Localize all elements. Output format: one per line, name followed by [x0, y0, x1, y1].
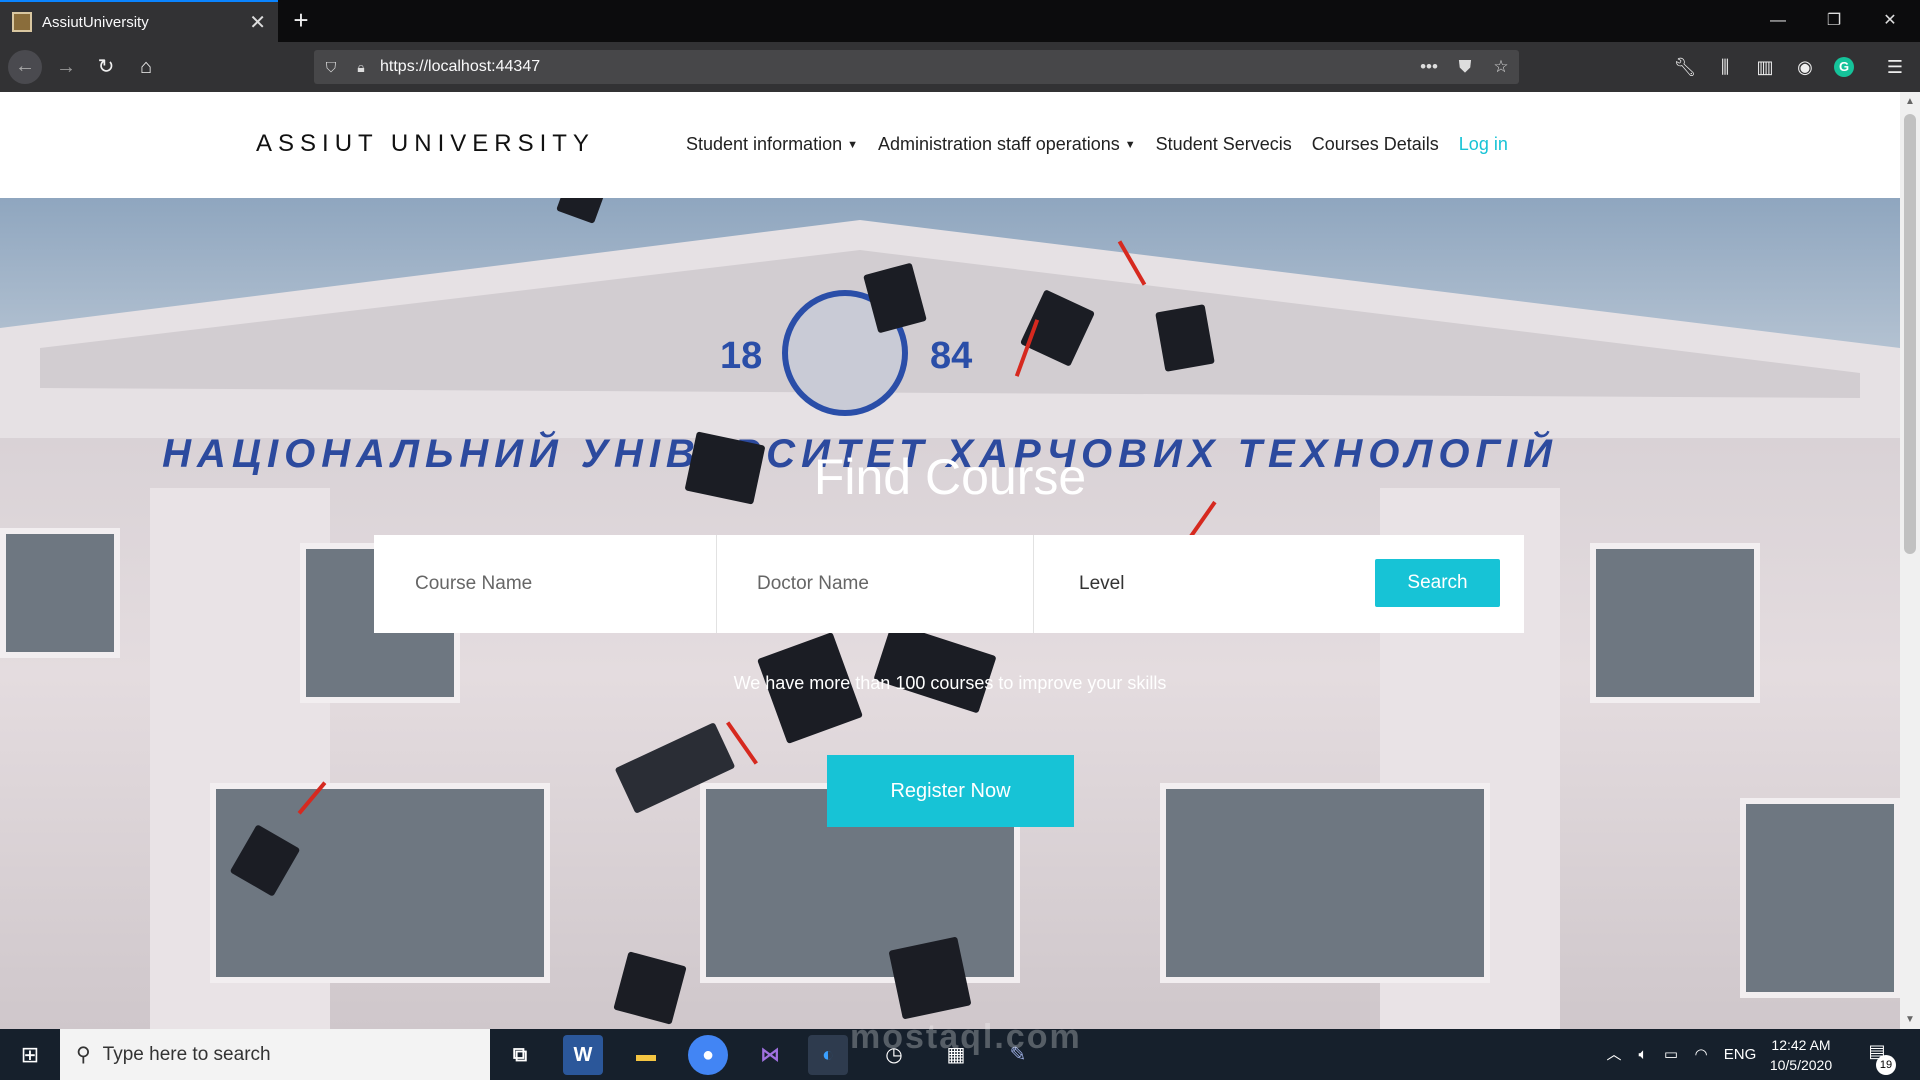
forward-icon[interactable]: → [50, 51, 82, 83]
site-header: ASSIUT UNIVERSITY Student information ▼ A… [0, 92, 1900, 198]
caret-down-icon: ▼ [847, 139, 858, 151]
volume-icon[interactable]: 🔈︎ [1630, 1029, 1656, 1080]
building-window [0, 528, 120, 658]
language-indicator[interactable]: ENG [1720, 1029, 1760, 1080]
tab-title: AssiutUniversity [42, 13, 149, 31]
graduation-cap [888, 936, 972, 1020]
new-tab-button[interactable]: + [286, 6, 316, 36]
notification-badge: 19 [1876, 1055, 1896, 1075]
nav-label: Student information [686, 134, 843, 154]
grammarly-icon[interactable]: G [1834, 57, 1854, 77]
hamburger-menu-icon[interactable]: ☰ [1878, 50, 1912, 84]
scroll-up-icon[interactable]: ▲ [1900, 96, 1920, 107]
caret-down-icon: ▼ [1124, 139, 1136, 151]
account-icon[interactable]: ◉ [1788, 50, 1822, 84]
taskbar-search-placeholder: Type here to search [102, 1043, 271, 1065]
tab-close-icon[interactable]: ✕ [249, 10, 266, 35]
task-view-icon[interactable]: ⧉ [500, 1035, 540, 1075]
year-right: 84 [930, 335, 972, 377]
page-scrollbar[interactable]: ▲ ▼ [1900, 92, 1920, 1029]
nav-login[interactable]: Log in [1459, 134, 1508, 155]
nav-courses-details[interactable]: Courses Details [1312, 134, 1439, 155]
nav-student-information[interactable]: Student information ▼ [686, 134, 858, 155]
file-explorer-icon[interactable]: ▬ [626, 1035, 666, 1075]
search-button[interactable]: Search [1375, 559, 1500, 607]
wrench-icon[interactable]: 🔧︎ [1668, 50, 1702, 84]
graduation-cap [1155, 304, 1215, 372]
windows-start-icon[interactable]: ⊞ [0, 1029, 60, 1080]
nav-admin-operations[interactable]: Administration staff operations ▼ [878, 134, 1136, 155]
more-icon[interactable]: ••• [1411, 57, 1447, 77]
tray-overflow-icon[interactable]: ︿ [1602, 1029, 1626, 1080]
notification-center-icon[interactable]: ▤ 19 [1862, 1041, 1896, 1075]
shield-icon[interactable]: ⛉ [314, 59, 348, 76]
nav-label: Administration staff operations [877, 134, 1120, 154]
hero-section: 18 84 НАЦІОНАЛЬНИЙ УНІВЕРСИТЕТ ХАРЧОВИХ … [0, 198, 1900, 1029]
hero-title: Find Course [813, 449, 1087, 505]
site-brand[interactable]: ASSIUT UNIVERSITY [256, 130, 595, 158]
taskbar-search-box[interactable]: ⚲ Type here to search [60, 1029, 490, 1080]
year-left: 18 [720, 335, 762, 377]
library-icon[interactable]: ⫼ [1708, 50, 1742, 84]
nav-student-services[interactable]: Student Servecis [1156, 134, 1292, 155]
web-page: ASSIUT UNIVERSITY Student information ▼ A… [0, 92, 1900, 1029]
wifi-icon[interactable]: ◠ [1688, 1029, 1714, 1080]
address-bar[interactable]: ⛉ 🔒︎ https://localhost:44347 ••• ⛊ ☆ [314, 50, 1519, 84]
clock-date: 10/5/2020 [1769, 1057, 1833, 1073]
taskbar-clock[interactable]: 12:42 AM 10/5/2020 [1766, 1035, 1836, 1075]
watermark-text: mostaql.com [850, 1018, 1082, 1056]
bookmark-star-icon[interactable]: ☆ [1483, 57, 1519, 77]
course-name-input[interactable]: Course Name [374, 535, 717, 633]
restore-button[interactable]: ❐ [1806, 0, 1862, 42]
site-favicon-icon [12, 12, 32, 32]
browser-tab-bar: AssiutUniversity ✕ + — ❐ ✕ [0, 0, 1920, 42]
search-icon: ⚲ [76, 1044, 91, 1066]
home-icon[interactable]: ⌂ [130, 51, 162, 83]
word-icon[interactable]: W [563, 1035, 603, 1075]
building-window [1740, 798, 1900, 998]
scroll-down-icon[interactable]: ▼ [1900, 1014, 1920, 1025]
url-text[interactable]: https://localhost:44347 [374, 58, 1411, 76]
scrollbar-thumb[interactable] [1904, 114, 1916, 554]
course-search-form: Course Name Doctor Name Level Search [374, 535, 1524, 633]
battery-icon[interactable]: ▭ [1658, 1029, 1684, 1080]
back-icon[interactable]: ← [8, 50, 42, 84]
building-pediment: 18 84 [0, 220, 1900, 458]
sidebar-icon[interactable]: ▥ [1748, 50, 1782, 84]
window-close-button[interactable]: ✕ [1862, 0, 1918, 42]
firefox-icon[interactable]: ◐ [808, 1035, 848, 1075]
chrome-icon[interactable]: ● [688, 1035, 728, 1075]
doctor-name-input[interactable]: Doctor Name [717, 535, 1034, 633]
main-nav: Student information ▼ Administration staf… [686, 134, 1508, 155]
register-now-button[interactable]: Register Now [827, 755, 1074, 827]
browser-tab[interactable]: AssiutUniversity ✕ [0, 0, 278, 42]
level-select[interactable]: Level [1034, 535, 1378, 633]
reload-icon[interactable]: ↻ [90, 51, 122, 83]
lock-icon[interactable]: 🔒︎ [348, 59, 374, 76]
hero-subtitle: We have more than 100 courses to improve… [733, 673, 1167, 693]
pocket-icon[interactable]: ⛊ [1447, 57, 1483, 77]
building-window [1160, 783, 1490, 983]
clock-time: 12:42 AM [1771, 1037, 1831, 1053]
minimize-button[interactable]: — [1750, 0, 1806, 42]
visual-studio-icon[interactable]: ⋈ [750, 1035, 790, 1075]
